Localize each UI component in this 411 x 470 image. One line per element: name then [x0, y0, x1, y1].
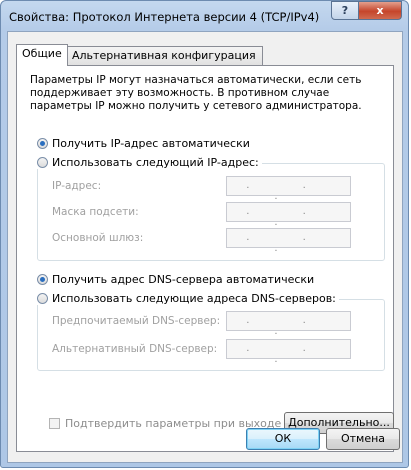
close-button[interactable]: x — [358, 1, 402, 20]
ok-button[interactable]: ОК — [246, 428, 320, 450]
dns-manual-radio[interactable] — [37, 292, 48, 304]
gateway-row: Основной шлюз: . . . — [52, 228, 370, 254]
gateway-field: . . . — [226, 228, 351, 254]
subnet-mask-label: Маска подсети: — [52, 206, 139, 218]
dns-manual-label: Использовать следующие адреса DNS-сервер… — [52, 291, 336, 305]
preferred-dns-dots: . . . — [246, 315, 331, 337]
gateway-dots: . . . — [246, 232, 331, 254]
ip-address-field: . . . — [226, 176, 351, 202]
alternate-dns-field: . . . — [226, 339, 351, 365]
dns-auto-radio[interactable] — [37, 273, 48, 285]
preferred-dns-field: . . . — [226, 311, 351, 337]
ip-auto-radio[interactable] — [37, 137, 48, 149]
preferred-dns-row: Предпочитаемый DNS-сервер: . . . — [52, 311, 370, 337]
ip-auto-option[interactable]: Получить IP-адрес автоматически — [37, 136, 253, 150]
subnet-mask-dots: . . . — [246, 206, 331, 228]
tab-alternate-config[interactable]: Альтернативная конфигурация — [65, 46, 263, 66]
subnet-mask-row: Маска подсети: . . . — [52, 202, 370, 228]
gateway-label: Основной шлюз: — [52, 232, 144, 244]
ip-address-row: IP-адрес: . . . — [52, 176, 370, 202]
title-bar[interactable]: Свойства: Протокол Интернета версии 4 (T… — [1, 1, 408, 31]
dns-manual-option[interactable]: Использовать следующие адреса DNS-сервер… — [37, 291, 339, 305]
dns-auto-option[interactable]: Получить адрес DNS-сервера автоматически — [37, 272, 318, 286]
window-title: Свойства: Протокол Интернета версии 4 (T… — [9, 10, 320, 24]
help-icon: ? — [341, 4, 349, 17]
help-button[interactable]: ? — [331, 1, 359, 20]
preferred-dns-label: Предпочитаемый DNS-сервер: — [52, 315, 221, 327]
ip-manual-option[interactable]: Использовать следующий IP-адрес: — [37, 155, 262, 169]
dialog-client-area: Общие Альтернативная конфигурация Параме… — [7, 31, 403, 463]
ip-auto-label: Получить IP-адрес автоматически — [52, 136, 250, 150]
dns-auto-label: Получить адрес DNS-сервера автоматически — [52, 272, 315, 286]
tab-panel-general: Параметры IP могут назначаться автоматич… — [16, 65, 394, 452]
close-icon: x — [376, 4, 384, 17]
description-text: Параметры IP могут назначаться автоматич… — [30, 74, 362, 112]
ip-address-dots: . . . — [246, 180, 331, 202]
dialog-window: Свойства: Протокол Интернета версии 4 (T… — [0, 0, 409, 468]
tab-general[interactable]: Общие — [16, 44, 68, 66]
ip-manual-group: IP-адрес: . . . Маска подсети: . . . Осн… — [37, 163, 385, 261]
ip-manual-radio[interactable] — [37, 156, 48, 168]
validate-on-exit-checkbox — [49, 418, 60, 429]
ip-manual-label: Использовать следующий IP-адрес: — [52, 155, 259, 169]
alternate-dns-row: Альтернативный DNS-сервер: . . . — [52, 339, 370, 365]
dns-manual-group: Предпочитаемый DNS-сервер: . . . Альтерн… — [37, 299, 385, 371]
subnet-mask-field: . . . — [226, 202, 351, 228]
ip-address-label: IP-адрес: — [52, 180, 102, 192]
alternate-dns-dots: . . . — [246, 343, 331, 365]
cancel-button[interactable]: Отмена — [326, 428, 400, 450]
alternate-dns-label: Альтернативный DNS-сервер: — [52, 343, 218, 355]
